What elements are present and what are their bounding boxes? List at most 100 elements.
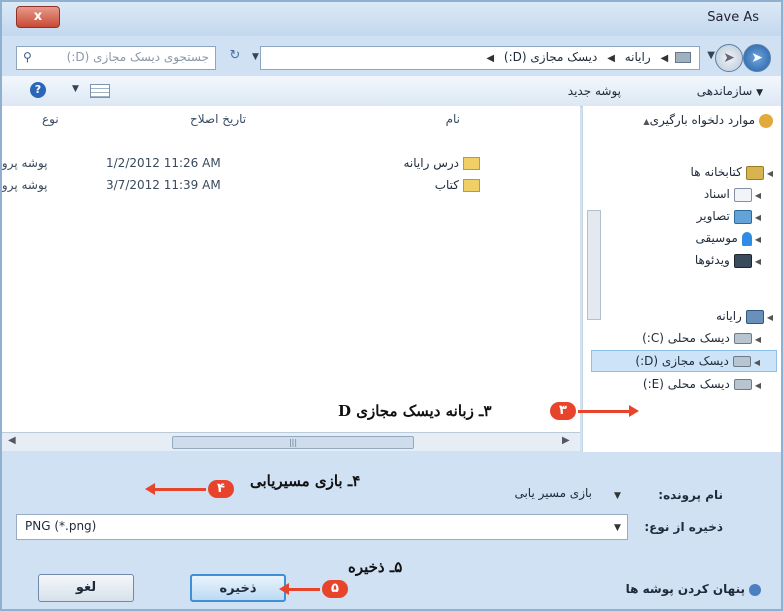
annotation-4-badge: ۴ [208, 480, 234, 498]
computer-icon [745, 309, 764, 324]
column-name[interactable]: نام [446, 112, 460, 126]
nav-documents-label: اسناد [703, 187, 730, 201]
chevron-down-icon: ▼ [756, 88, 763, 98]
annotation-3-arrow-icon [578, 405, 639, 417]
collapse-icon[interactable]: ◀ [767, 169, 773, 178]
nav-pictures[interactable]: ◀ تصاویر [697, 206, 761, 226]
annotation-4-arrow-icon [145, 483, 206, 495]
breadcrumb-separator-icon[interactable]: ◀ [486, 53, 494, 64]
music-icon [741, 231, 752, 246]
nav-drive-c-label: دیسک محلی (C:) [642, 331, 730, 345]
file-type: پوشه پرونده [1, 178, 48, 192]
nav-drive-d[interactable]: ◀ دیسک مجازی (D:) [591, 350, 777, 372]
savetype-select[interactable]: PNG (*.png) [16, 514, 628, 540]
file-name: درس رایانه [404, 156, 480, 170]
address-bar[interactable]: ◀ رایانه ◀ دیسک مجازی (D:) ◀ [260, 46, 700, 70]
organize-menu[interactable]: سازماندهی ▼ [697, 84, 763, 98]
save-as-dialog: x Save As ➤ ➤ ▼ ◀ رایانه ◀ دیسک مجازی (D… [0, 0, 783, 611]
column-date[interactable]: تاریخ اصلاح [190, 112, 246, 126]
nav-favorites[interactable]: موارد دلخواه بارگیری▲ [640, 110, 773, 130]
star-icon [759, 113, 773, 128]
savetype-label: ذخیره از نوع: [644, 520, 723, 534]
annotation-5-text: ۵ـ ذخیره [348, 558, 403, 576]
breadcrumb-separator-icon[interactable]: ◀ [660, 53, 668, 64]
savetype-dropdown-icon[interactable]: ▼ [614, 523, 621, 533]
nav-scrollbar[interactable] [587, 210, 601, 320]
scroll-left-icon[interactable]: ◀ [8, 435, 16, 446]
expand-icon[interactable]: ◀ [755, 381, 761, 390]
refresh-icon[interactable]: ↻ [226, 48, 244, 66]
collapse-icon[interactable]: ◀ [767, 313, 773, 322]
scroll-right-icon[interactable]: ▶ [562, 435, 570, 446]
new-folder-button[interactable]: پوشه جدید [568, 84, 621, 98]
pictures-icon [733, 209, 752, 224]
annotation-3-badge: ۳ [550, 402, 576, 420]
address-dropdown-icon[interactable]: ▼ [252, 52, 264, 62]
nav-music[interactable]: ◀ موسیقی [695, 228, 761, 248]
save-button[interactable]: ذخیره [190, 574, 286, 602]
annotation-5-badge: ۵ [322, 580, 348, 598]
annotation-3-text: ۳ـ زبانه دیسک مجازی D [338, 402, 492, 420]
nav-drive-e-label: دیسک محلی (E:) [642, 377, 730, 391]
breadcrumb-computer[interactable]: رایانه [625, 50, 651, 64]
forward-arrow-icon[interactable]: ➤ [715, 44, 743, 72]
recent-pages-dropdown-icon[interactable]: ▼ [707, 50, 715, 61]
file-row[interactable]: درس رایانه 1/2/2012 11:26 AM پوشه پرونده [2, 154, 580, 174]
search-input[interactable]: جستجوی دیسک مجازی (D:) ⚲ [16, 46, 216, 70]
drive-icon [732, 356, 751, 367]
back-arrow-icon[interactable]: ➤ [743, 44, 771, 72]
file-name-text: کتاب [434, 178, 459, 192]
videos-icon [733, 253, 752, 268]
documents-icon [733, 187, 752, 202]
drive-icon [733, 379, 752, 390]
nav-documents[interactable]: ◀ اسناد [704, 184, 761, 204]
file-date: 3/7/2012 11:39 AM [106, 178, 221, 192]
help-icon[interactable]: ? [30, 82, 46, 98]
nav-computer[interactable]: ◀ رایانه [716, 306, 773, 326]
filename-dropdown-icon[interactable]: ▼ [614, 491, 621, 501]
file-list: نام تاریخ اصلاح نوع درس رایانه 1/2/2012 … [2, 106, 580, 432]
annotation-5-arrow-icon [279, 583, 320, 595]
file-row[interactable]: کتاب 3/7/2012 11:39 AM پوشه پرونده [2, 176, 580, 196]
expand-icon[interactable]: ◀ [755, 213, 761, 222]
search-placeholder: جستجوی دیسک مجازی (D:) [66, 50, 209, 64]
nav-drive-e[interactable]: ◀ دیسک محلی (E:) [643, 374, 761, 394]
nav-libraries-label: کتابخانه ها [690, 165, 742, 179]
nav-pictures-label: تصاویر [696, 209, 730, 223]
file-name: کتاب [435, 178, 480, 192]
window-title: Save As [707, 10, 759, 25]
views-icon[interactable] [90, 84, 110, 98]
column-type[interactable]: نوع [42, 112, 59, 126]
expand-icon[interactable]: ◀ [754, 358, 760, 367]
nav-videos[interactable]: ◀ ویدئوها [695, 250, 761, 270]
drive-icon [733, 333, 752, 344]
nav-drive-d-label: دیسک مجازی (D:) [635, 354, 729, 368]
horizontal-scrollbar[interactable]: ◀ ||| ▶ [2, 432, 580, 451]
hide-folders-label: پنهان کردن پوشه ها [625, 582, 745, 596]
filename-value: بازی مسیر یابی [514, 486, 592, 500]
hide-folders-toggle[interactable]: پنهان کردن پوشه ها [626, 582, 761, 596]
file-type: پوشه پرونده [1, 156, 48, 170]
search-icon[interactable]: ⚲ [23, 50, 32, 64]
expand-icon[interactable]: ◀ [755, 335, 761, 344]
expand-icon[interactable]: ◀ [755, 191, 761, 200]
expand-icon[interactable]: ◀ [755, 235, 761, 244]
expand-icon[interactable]: ◀ [755, 257, 761, 266]
nav-libraries[interactable]: ◀ کتابخانه ها [691, 162, 773, 182]
breadcrumb-separator-icon[interactable]: ◀ [607, 53, 615, 64]
scroll-thumb[interactable]: ||| [172, 436, 414, 449]
views-dropdown-icon[interactable]: ▼ [72, 84, 79, 94]
computer-icon [675, 52, 691, 63]
nav-computer-label: رایانه [715, 309, 742, 323]
nav-music-label: موسیقی [695, 231, 738, 245]
cancel-button[interactable]: لغو [38, 574, 134, 602]
folder-icon [463, 179, 480, 192]
filename-label: نام پرونده: [658, 488, 723, 502]
address-row: ➤ ➤ ▼ ◀ رایانه ◀ دیسک مجازی (D:) ◀ ▼ ↻ ج… [2, 36, 781, 76]
savetype-value: PNG (*.png) [25, 519, 97, 533]
breadcrumb-drive-d[interactable]: دیسک مجازی (D:) [504, 50, 597, 64]
nav-videos-label: ویدئوها [694, 253, 730, 267]
organize-label: سازماندهی [696, 84, 753, 98]
nav-drive-c[interactable]: ◀ دیسک محلی (C:) [642, 328, 761, 348]
close-button[interactable]: x [16, 6, 60, 28]
